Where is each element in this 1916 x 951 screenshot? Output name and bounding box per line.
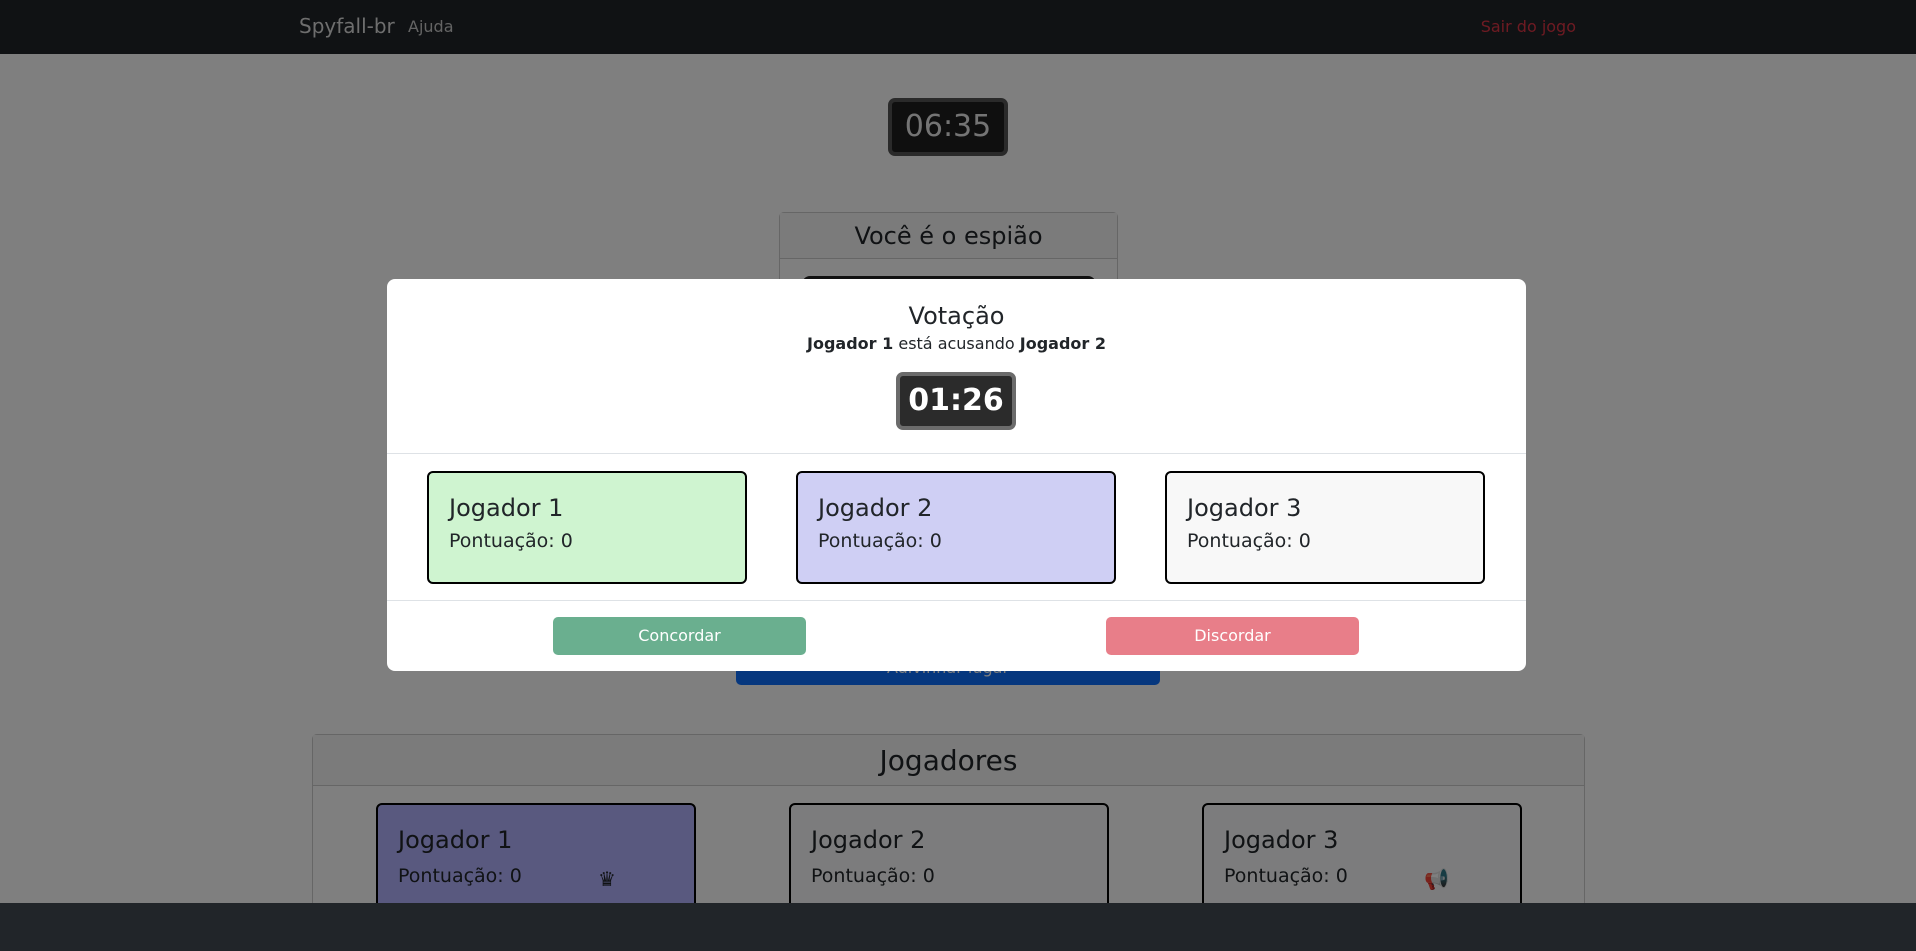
accusing-label: está acusando: [898, 334, 1015, 353]
accused-name: Jogador 2: [1019, 334, 1106, 353]
vote-timer: 01:26: [896, 372, 1016, 430]
modal-title: Votação: [908, 302, 1005, 330]
modal-body: Jogador 1 Pontuação: 0 Jogador 2 Pontuaç…: [387, 454, 1526, 601]
disagree-button[interactable]: Discordar: [1106, 617, 1359, 655]
player-name: Jogador 2: [818, 494, 933, 522]
accusation-text: Jogador 1 está acusando Jogador 2: [387, 334, 1526, 354]
player-score: Pontuação: 0: [818, 530, 942, 552]
player-name: Jogador 3: [1187, 494, 1302, 522]
player-score: Pontuação: 0: [449, 530, 573, 552]
modal-header: Votação Jogador 1 está acusando Jogador …: [387, 279, 1526, 454]
player-score: Pontuação: 0: [1187, 530, 1311, 552]
accuser-name: Jogador 1: [807, 334, 894, 353]
agree-button[interactable]: Concordar: [553, 617, 806, 655]
vote-player-card: Jogador 3 Pontuação: 0: [1165, 471, 1485, 584]
vote-modal: Votação Jogador 1 está acusando Jogador …: [387, 279, 1526, 671]
vote-player-card: Jogador 1 Pontuação: 0: [427, 471, 747, 584]
player-name: Jogador 1: [449, 494, 564, 522]
footer-bar: [0, 903, 1916, 951]
vote-player-card: Jogador 2 Pontuação: 0: [796, 471, 1116, 584]
